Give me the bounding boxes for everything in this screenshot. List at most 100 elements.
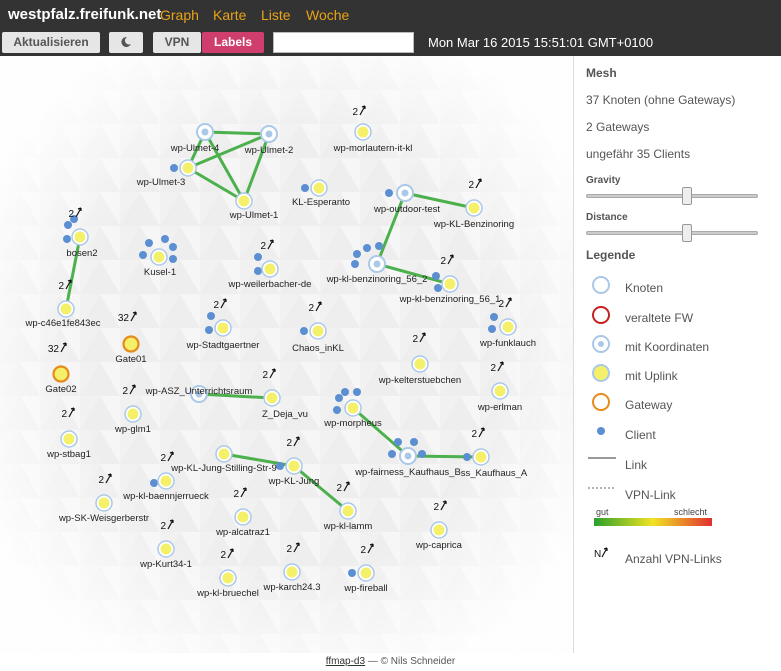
toggle-theme-button[interactable] xyxy=(109,32,143,53)
uplink-fill[interactable] xyxy=(237,511,249,523)
uplink-fill[interactable] xyxy=(502,321,514,333)
vpn-count: 2 xyxy=(336,483,342,494)
node-label: wp-Stadtgaertner xyxy=(186,340,260,351)
node-label: wp-kl-bruechel xyxy=(196,588,259,599)
node-label: wp-fairness_Kaufhaus_B xyxy=(354,467,461,478)
uplink-fill[interactable] xyxy=(342,505,354,517)
node-label: wp-Ulmet-4 xyxy=(170,143,220,154)
gateway-circle[interactable] xyxy=(122,335,140,353)
uplink-fill[interactable] xyxy=(238,195,250,207)
search-input[interactable] xyxy=(273,32,414,53)
uplink-fill[interactable] xyxy=(475,451,487,463)
legend-mit-koordinaten: mit Koordinaten xyxy=(625,340,710,354)
client-dot xyxy=(161,235,169,243)
vpn-count: 2 xyxy=(122,386,128,397)
uplink-fill[interactable] xyxy=(286,566,298,578)
node-label: wp-SK-Weisgerberstr xyxy=(58,513,149,524)
uplink-fill[interactable] xyxy=(266,392,278,404)
footer-credit: — © Nils Schneider xyxy=(365,656,456,667)
uplink-fill[interactable] xyxy=(160,543,172,555)
vpn-count: 2 xyxy=(220,550,226,561)
quality-bad-label: schlecht xyxy=(674,507,708,517)
nav-liste[interactable]: Liste xyxy=(261,7,291,23)
uplink-fill[interactable] xyxy=(98,497,110,509)
link-quality-gradient xyxy=(594,518,712,526)
legend-client: Client xyxy=(625,428,656,442)
coordinates-dot xyxy=(401,189,409,197)
mesh-link[interactable] xyxy=(204,130,270,136)
uplink-fill[interactable] xyxy=(222,572,234,584)
distance-slider-handle[interactable] xyxy=(681,224,692,242)
client-dot xyxy=(375,242,383,250)
node-label: wp-c46e1fe843ec xyxy=(25,318,101,329)
client-dot xyxy=(169,243,177,251)
uplink-fill[interactable] xyxy=(357,126,369,138)
ffmap-link[interactable]: ffmap-d3 xyxy=(326,656,365,667)
vpn-count: 2 xyxy=(440,256,446,267)
node-label: wp-morlautern-it-kl xyxy=(333,143,413,154)
uplink-fill[interactable] xyxy=(360,567,372,579)
uplink-fill[interactable] xyxy=(63,433,75,445)
nav-woche[interactable]: Woche xyxy=(306,7,349,23)
legend-mit-uplink: mit Uplink xyxy=(625,369,678,383)
client-dot xyxy=(205,326,213,334)
vpn-count-legend-icon: N xyxy=(594,547,608,560)
uplink-fill[interactable] xyxy=(127,408,139,420)
gravity-label: Gravity xyxy=(586,175,621,186)
uplink-fill[interactable] xyxy=(218,448,230,460)
nav-karte[interactable]: Karte xyxy=(213,7,246,23)
node-label: wp-Kurt34-1 xyxy=(139,559,192,570)
uplink-fill[interactable] xyxy=(347,402,359,414)
uplink-fill[interactable] xyxy=(313,182,325,194)
coordinates-dot xyxy=(201,128,209,136)
uplink-fill[interactable] xyxy=(182,162,194,174)
gravity-slider[interactable] xyxy=(586,187,758,205)
coordinates-legend-icon xyxy=(592,335,610,353)
client-dot xyxy=(341,388,349,396)
client-dot xyxy=(432,272,440,280)
client-dot xyxy=(301,184,309,192)
uplink-fill[interactable] xyxy=(217,322,229,334)
mesh-title: Mesh xyxy=(586,66,617,80)
uplink-fill[interactable] xyxy=(264,263,276,275)
vpn-count: 2 xyxy=(471,429,477,440)
nav-graph[interactable]: Graph xyxy=(160,7,199,23)
client-dot xyxy=(363,244,371,252)
labels-toggle-button[interactable]: Labels xyxy=(202,32,264,53)
uplink-fill[interactable] xyxy=(74,231,86,243)
uplink-fill[interactable] xyxy=(288,460,300,472)
uplink-fill[interactable] xyxy=(433,524,445,536)
uplink-fill[interactable] xyxy=(444,278,456,290)
legend-vpn-link: VPN-Link xyxy=(625,488,676,502)
client-dot xyxy=(463,453,471,461)
node-label: wp-kl-benzinoring_56_2 xyxy=(326,274,428,285)
node-label: wp-kl-lamm xyxy=(323,521,373,532)
gateway-legend-icon xyxy=(592,393,610,411)
uplink-fill[interactable] xyxy=(312,325,324,337)
gravity-slider-handle[interactable] xyxy=(681,187,692,205)
vpn-toggle-button[interactable]: VPN xyxy=(153,32,201,53)
site-title[interactable]: westpfalz.freifunk.net xyxy=(8,6,161,23)
clock: Mon Mar 16 2015 15:51:01 GMT+0100 xyxy=(428,35,654,50)
uplink-fill[interactable] xyxy=(468,202,480,214)
node-label: wp-kelterstuebchen xyxy=(378,375,461,386)
uplink-fill[interactable] xyxy=(153,251,165,263)
vpn-link-legend-icon xyxy=(588,487,616,489)
uplink-fill[interactable] xyxy=(60,303,72,315)
node-label: Gate02 xyxy=(45,384,76,395)
vpn-count: 2 xyxy=(468,180,474,191)
mesh-graph[interactable]: wp-Ulmet-4 wp-Ulmet-2 wp-Ulmet-3 wp-Ulmet-1… xyxy=(0,56,573,653)
uplink-fill[interactable] xyxy=(494,385,506,397)
gateway-circle[interactable] xyxy=(52,365,70,383)
uplink-fill[interactable] xyxy=(414,358,426,370)
vpn-count: 2 xyxy=(286,544,292,555)
svg-text:N: N xyxy=(594,549,601,560)
refresh-button[interactable]: Aktualisieren xyxy=(2,32,100,53)
node-label: wp-KL-Benzinoring xyxy=(433,219,514,230)
uplink-fill[interactable] xyxy=(160,475,172,487)
link-legend-icon xyxy=(588,457,616,459)
distance-slider[interactable] xyxy=(586,224,758,242)
graph-canvas[interactable]: wp-Ulmet-4 wp-Ulmet-2 wp-Ulmet-3 wp-Ulmet-1… xyxy=(0,56,573,653)
clients-count: ungefähr 35 Clients xyxy=(586,147,691,161)
client-dot xyxy=(351,260,359,268)
